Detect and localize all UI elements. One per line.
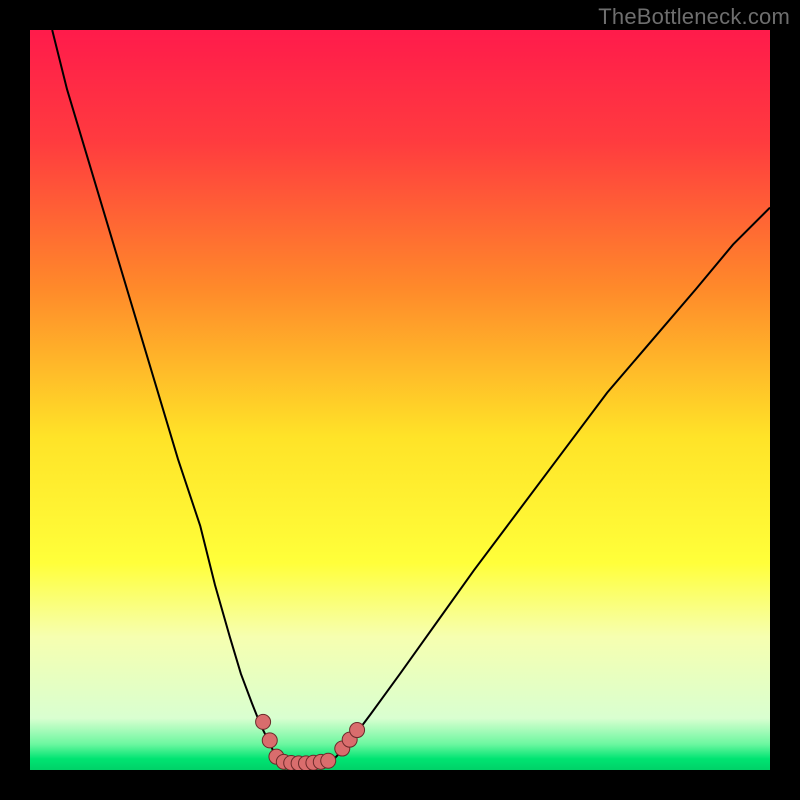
chart-frame: [30, 30, 770, 770]
chart-background: [30, 30, 770, 770]
data-marker: [262, 733, 277, 748]
data-marker: [321, 753, 336, 768]
watermark-text: TheBottleneck.com: [598, 4, 790, 30]
data-marker: [350, 723, 365, 738]
chart-svg: [30, 30, 770, 770]
data-marker: [256, 714, 271, 729]
